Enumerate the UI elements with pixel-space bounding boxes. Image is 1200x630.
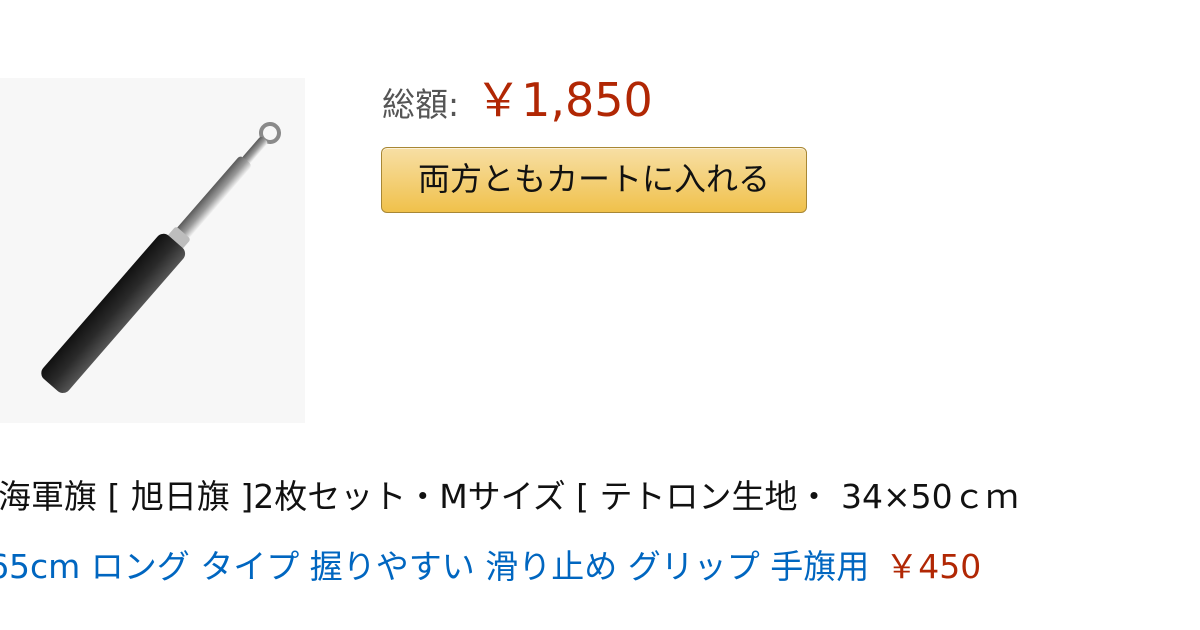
total-label: 総額:	[382, 85, 460, 124]
item-price: ￥450	[885, 547, 982, 586]
item-link[interactable]: 65cm ロング タイプ 握りやすい 滑り止め グリップ 手旗用	[0, 547, 869, 586]
page: 総額: ￥1,850 両方ともカートに入れる 海軍旗 [ 旭日旗 ]2枚セット・M…	[0, 0, 1200, 630]
add-both-to-cart-button[interactable]: 両方ともカートに入れる	[381, 147, 807, 213]
product-image[interactable]	[0, 78, 305, 423]
list-item: 海軍旗 [ 旭日旗 ]2枚セット・Mサイズ [ テトロン生地・ 34×50ｃｍ	[0, 470, 1021, 518]
total-row: 総額: ￥1,850	[382, 64, 653, 127]
telescopic-flag-pole-image	[41, 122, 281, 393]
total-price: ￥1,850	[475, 73, 653, 127]
item-title: 海軍旗 [ 旭日旗 ]2枚セット・Mサイズ [ テトロン生地・ 34×50ｃｍ	[0, 477, 1019, 516]
list-item: 65cm ロング タイプ 握りやすい 滑り止め グリップ 手旗用 ￥450	[0, 540, 981, 588]
